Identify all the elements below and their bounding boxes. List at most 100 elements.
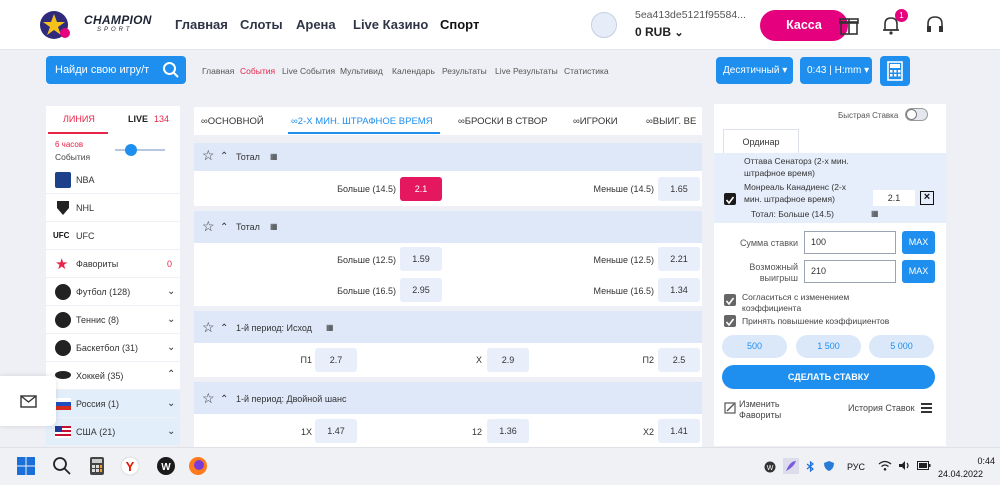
sidebar-item-label: UFC (76, 231, 95, 241)
odds-button[interactable]: 1.65 (658, 177, 700, 201)
w-app-icon[interactable]: W (156, 456, 176, 476)
odds-button[interactable]: 2.7 (315, 348, 357, 372)
champion-logo-icon[interactable] (38, 9, 74, 41)
star-icon[interactable]: ☆ (202, 390, 215, 407)
accept-odds-change-checkbox[interactable] (724, 294, 736, 306)
odds-format-select[interactable]: Десятичный ▾ (716, 57, 793, 84)
chevron-up-icon[interactable]: ⌃ (220, 394, 228, 405)
tab-main[interactable]: ∞ОСНОВНОЙ (201, 116, 264, 127)
win-max-button[interactable]: MAX (902, 260, 935, 283)
tab-live[interactable]: LIVE (128, 114, 148, 124)
odds-button[interactable]: 2.95 (400, 278, 442, 302)
feather-tray-icon[interactable] (783, 458, 799, 474)
wifi-icon[interactable] (878, 460, 892, 471)
chart-icon[interactable]: ▦ (871, 209, 879, 218)
kassa-button[interactable]: Касса (760, 10, 848, 41)
odds-button[interactable]: 1.41 (658, 419, 700, 443)
chart-icon[interactable]: ▦ (270, 152, 278, 161)
bet-checkbox[interactable] (724, 193, 736, 205)
chart-icon[interactable]: ▦ (270, 222, 278, 231)
subnav-live-results[interactable]: Live Результаты (495, 66, 558, 76)
odds-button[interactable]: 1.34 (658, 278, 700, 302)
edit-icon[interactable] (724, 402, 736, 414)
windows-start-icon[interactable] (16, 456, 36, 476)
nav-home[interactable]: Главная (175, 17, 228, 32)
headset-icon[interactable] (924, 14, 946, 36)
nav-live-casino[interactable]: Live Казино (353, 17, 428, 32)
battery-icon[interactable] (917, 461, 931, 470)
hours-slider-handle[interactable] (125, 144, 137, 156)
close-icon[interactable]: × (920, 191, 934, 205)
search-icon[interactable] (162, 61, 180, 79)
keyboard-language[interactable]: РУС (847, 462, 865, 472)
quick-amount-500[interactable]: 500 (722, 335, 787, 358)
tab-line[interactable]: ЛИНИЯ (63, 114, 95, 124)
w-tray-icon[interactable]: W (764, 461, 776, 473)
possible-win-field[interactable]: 210 (804, 260, 896, 283)
clock-time[interactable]: 0:44 (965, 456, 995, 466)
bet-history-link[interactable]: История Ставок (848, 403, 915, 413)
subnav-live-events[interactable]: Live События (282, 66, 335, 76)
chart-icon[interactable]: ▦ (326, 323, 334, 332)
star-icon[interactable]: ☆ (202, 147, 215, 164)
yandex-browser-icon[interactable]: Y (120, 456, 140, 476)
sidebar-item-label: NBA (76, 175, 95, 185)
security-shield-icon[interactable] (823, 460, 835, 472)
hours-slider-track[interactable] (115, 149, 165, 151)
odds-button[interactable]: 1.59 (400, 247, 442, 271)
calculator-app-icon[interactable] (87, 456, 107, 476)
stake-max-button[interactable]: MAX (902, 231, 935, 254)
quick-amount-1500[interactable]: 1 500 (796, 335, 861, 358)
gift-icon[interactable] (838, 14, 860, 36)
quick-amount-5000[interactable]: 5 000 (869, 335, 934, 358)
stake-input[interactable]: 100 (804, 231, 896, 254)
chevron-up-icon[interactable]: ⌃ (220, 323, 228, 334)
nav-sport[interactable]: Спорт (440, 17, 479, 32)
subnav-calendar[interactable]: Календарь (392, 66, 435, 76)
odds-button[interactable]: 1.47 (315, 419, 357, 443)
subnav-home[interactable]: Главная (202, 66, 234, 76)
speaker-icon[interactable] (898, 460, 911, 471)
subnav-statistics[interactable]: Статистика (564, 66, 609, 76)
chevron-down-icon: ⌄ (674, 27, 684, 39)
odds-button[interactable]: 2.21 (658, 247, 700, 271)
time-format-select[interactable]: 0:43 | H:mm ▾ (800, 57, 872, 84)
odds-button[interactable]: 2.5 (658, 348, 700, 372)
edit-favorites-link[interactable]: Изменить Фавориты (739, 399, 781, 421)
odds-button[interactable]: 2.1 (400, 177, 442, 201)
accept-odds-increase-checkbox[interactable] (724, 315, 736, 327)
tab-players[interactable]: ∞ИГРОКИ (573, 116, 618, 127)
star-icon[interactable]: ☆ (202, 218, 215, 235)
link-icon: ∞ (291, 116, 298, 127)
chevron-down-icon: ⌄ (167, 426, 176, 437)
clock-date[interactable]: 24.04.2022 (938, 469, 983, 479)
balance[interactable]: 0 RUB ⌄ (635, 25, 684, 39)
calculator-icon[interactable] (880, 56, 910, 86)
avatar[interactable] (591, 12, 617, 38)
subnav-multiview[interactable]: Мультивид (340, 66, 383, 76)
odds-button[interactable]: 2.9 (487, 348, 529, 372)
subnav-events[interactable]: События (240, 66, 275, 76)
accept-odds-increase-label: Принять повышение коэффициентов (742, 316, 890, 326)
chevron-up-icon[interactable]: ⌃ (220, 222, 228, 233)
nav-arena[interactable]: Арена (296, 17, 336, 32)
odds-button[interactable]: 1.36 (487, 419, 529, 443)
tab-wins[interactable]: ∞ВЫИГ. ВЕ (646, 116, 702, 127)
nav-slots[interactable]: Слоты (240, 17, 283, 32)
chevron-up-icon[interactable]: ⌃ (220, 151, 228, 162)
market-title: 1-й период: Двойной шанс (236, 394, 347, 404)
star-icon[interactable]: ☆ (202, 319, 215, 336)
search-icon[interactable] (52, 456, 72, 476)
link-icon: ∞ (646, 116, 653, 127)
subnav-results[interactable]: Результаты (442, 66, 487, 76)
hours-filter-value: 6 часов (55, 140, 84, 149)
bluetooth-icon[interactable] (805, 461, 816, 472)
logo-text[interactable]: CHAMPION (84, 13, 152, 27)
place-bet-button[interactable]: СДЕЛАТЬ СТАВКУ (722, 365, 935, 389)
tab-single[interactable]: Ординар (723, 129, 799, 153)
tab-penalty-time[interactable]: ∞2-Х МИН. ШТРАФНОЕ ВРЕМЯ (291, 116, 433, 127)
firefox-icon[interactable] (188, 456, 208, 476)
list-icon[interactable] (921, 402, 932, 414)
hockey-icon (55, 371, 71, 379)
tab-shots-on-target[interactable]: ∞БРОСКИ В СТВОР (458, 116, 547, 127)
